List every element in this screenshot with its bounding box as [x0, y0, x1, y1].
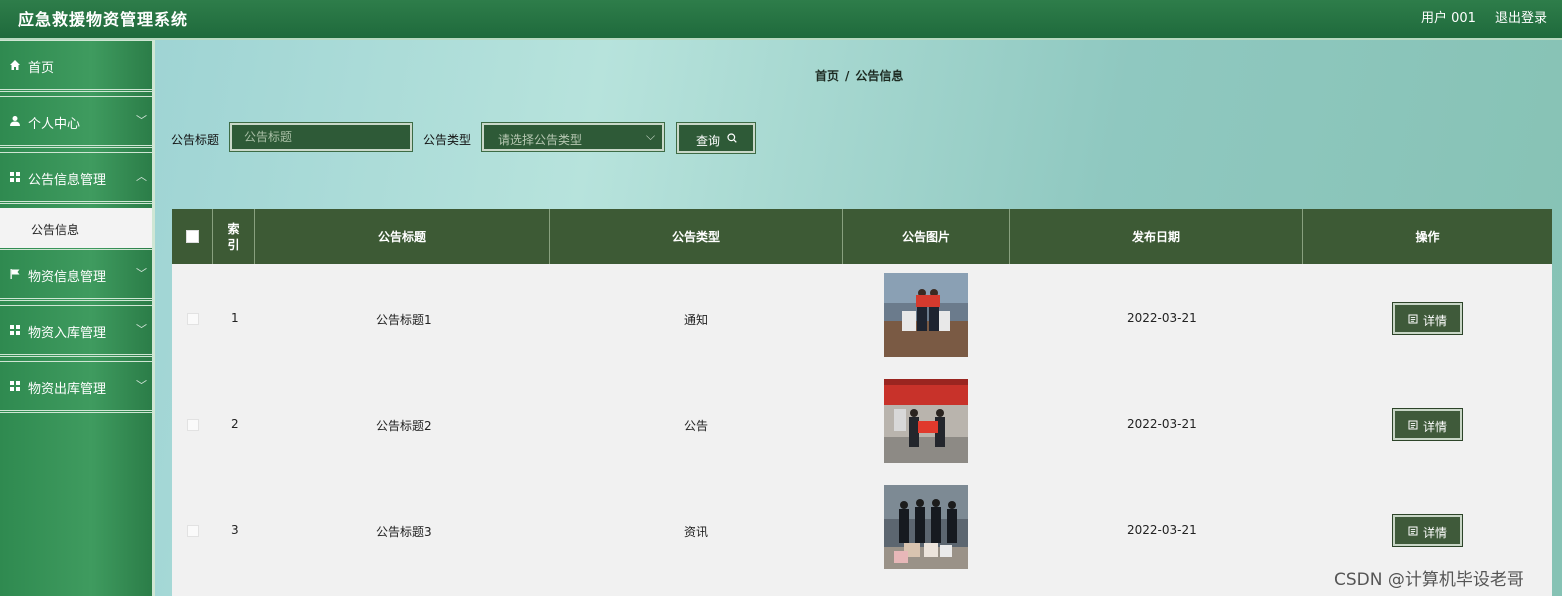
query-button-label: 查询	[696, 134, 721, 148]
title-search-input[interactable]	[230, 123, 412, 151]
detail-button[interactable]: 详情	[1393, 303, 1462, 334]
chevron-down-icon: ⌵	[646, 129, 656, 143]
header-image: 公告图片	[843, 209, 1010, 264]
document-icon	[1408, 526, 1418, 536]
row-type: 资讯	[684, 525, 709, 539]
type-select-label: 公告类型	[423, 133, 472, 147]
type-select[interactable]: 请选择公告类型 ⌵	[482, 123, 664, 151]
row-title: 公告标题3	[376, 525, 432, 539]
sidebar-item-notice-management[interactable]: 公告信息管理 ︿	[0, 152, 152, 204]
row-checkbox[interactable]	[187, 313, 199, 325]
sidebar-item-label: 首页	[28, 61, 55, 76]
row-date: 2022-03-21	[1127, 523, 1197, 537]
row-checkbox[interactable]	[187, 419, 199, 431]
grid-icon	[10, 325, 20, 335]
sidebar-item-label: 物资信息管理	[28, 270, 107, 285]
row-title: 公告标题2	[376, 419, 432, 433]
sidebar-item-material-info[interactable]: 物资信息管理 ﹀	[0, 249, 152, 301]
sidebar-subitem-notice-info[interactable]: 公告信息	[0, 208, 152, 248]
notice-table: 索引 公告标题 公告类型 公告图片 发布日期 操作 1 公告标题1 通知 202…	[172, 209, 1552, 596]
flag-icon	[10, 269, 20, 279]
row-image[interactable]	[884, 273, 968, 357]
detail-button-label: 详情	[1423, 420, 1448, 434]
table-row: 1 公告标题1 通知 2022-03-21 详情	[172, 264, 1552, 370]
sidebar-item-label: 物资入库管理	[28, 326, 107, 341]
select-all-checkbox[interactable]	[172, 209, 213, 264]
query-button[interactable]: 查询	[677, 123, 755, 153]
home-icon	[10, 60, 20, 70]
detail-button-label: 详情	[1423, 314, 1448, 328]
sidebar-item-label: 物资出库管理	[28, 382, 107, 397]
row-index: 3	[231, 523, 239, 537]
row-image[interactable]	[884, 485, 968, 569]
watermark: CSDN @计算机毕设老哥	[1334, 570, 1524, 590]
breadcrumb-current: 公告信息	[855, 69, 904, 83]
detail-button-label: 详情	[1423, 526, 1448, 540]
sidebar: 首页 个人中心 ﹀ 公告信息管理 ︿ 公告信息 物资信息管理 ﹀ 物资入库管理 …	[0, 40, 155, 596]
row-index: 1	[231, 311, 239, 325]
header-type: 公告类型	[550, 209, 843, 264]
table-header: 索引 公告标题 公告类型 公告图片 发布日期 操作	[172, 209, 1552, 264]
document-icon	[1408, 314, 1418, 324]
grid-icon	[10, 381, 20, 391]
detail-button[interactable]: 详情	[1393, 515, 1462, 546]
chevron-down-icon: ﹀	[136, 267, 147, 280]
breadcrumb: 首页 / 公告信息	[815, 67, 903, 84]
sidebar-subitem-label: 公告信息	[31, 223, 80, 237]
breadcrumb-separator: /	[845, 69, 850, 83]
user-name: 用户 001	[1421, 11, 1476, 26]
search-icon	[727, 133, 737, 143]
row-date: 2022-03-21	[1127, 417, 1197, 431]
table-row: 2 公告标题2 公告 2022-03-21 详情	[172, 370, 1552, 476]
chevron-down-icon: ﹀	[136, 323, 147, 336]
sidebar-item-inbound[interactable]: 物资入库管理 ﹀	[0, 305, 152, 357]
header-index: 索引	[213, 209, 255, 264]
chevron-up-icon: ︿	[136, 170, 147, 183]
sidebar-item-home[interactable]: 首页	[0, 40, 152, 92]
row-title: 公告标题1	[376, 313, 432, 327]
top-bar: 应急救援物资管理系统 用户 001 退出登录	[0, 0, 1562, 40]
row-type: 公告	[684, 419, 709, 433]
detail-button[interactable]: 详情	[1393, 409, 1462, 440]
table-body: 1 公告标题1 通知 2022-03-21 详情 2 公告标题2 公告 2022…	[172, 264, 1552, 596]
header-title: 公告标题	[255, 209, 550, 264]
sidebar-item-personal-center[interactable]: 个人中心 ﹀	[0, 96, 152, 148]
type-select-placeholder: 请选择公告类型	[498, 133, 583, 147]
main-content: 首页 / 公告信息 公告标题 公告类型 请选择公告类型 ⌵ 查询 索引 公告标题 公…	[155, 40, 1562, 596]
breadcrumb-home[interactable]: 首页	[815, 69, 839, 83]
title-search-label: 公告标题	[171, 133, 220, 147]
row-date: 2022-03-21	[1127, 311, 1197, 325]
person-icon	[10, 116, 20, 126]
header-operations: 操作	[1415, 230, 1440, 244]
row-image[interactable]	[884, 379, 968, 463]
document-icon	[1408, 420, 1418, 430]
grid-icon	[10, 172, 20, 182]
row-index: 2	[231, 417, 239, 431]
sidebar-item-outbound[interactable]: 物资出库管理 ﹀	[0, 361, 152, 413]
row-type: 通知	[684, 313, 709, 327]
header-date: 发布日期	[1010, 209, 1303, 264]
row-checkbox[interactable]	[187, 525, 199, 537]
app-title: 应急救援物资管理系统	[18, 10, 189, 29]
sidebar-item-label: 个人中心	[28, 117, 81, 132]
logout-link[interactable]: 退出登录	[1495, 7, 1547, 26]
chevron-down-icon: ﹀	[136, 114, 147, 127]
sidebar-item-label: 公告信息管理	[28, 173, 107, 188]
chevron-down-icon: ﹀	[136, 379, 147, 392]
